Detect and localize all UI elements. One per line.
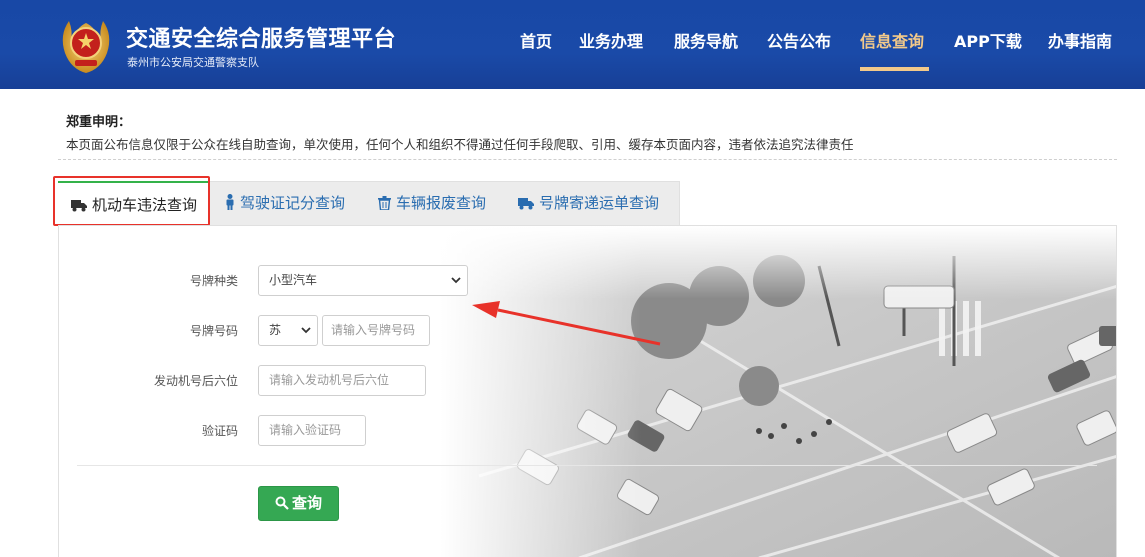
tab-plate-waybill[interactable]: 号牌寄递运单查询 (518, 181, 659, 225)
nav-app-download[interactable]: APP下载 (954, 28, 1022, 52)
province-value: 苏 (269, 323, 282, 337)
annotation-highlight-box (53, 176, 210, 226)
nav-business[interactable]: 业务办理 (579, 28, 643, 52)
tab-vehicle-scrap[interactable]: 车辆报废查询 (378, 181, 486, 225)
notice-title: 郑重申明： (66, 115, 132, 130)
nav-active-indicator (860, 67, 929, 71)
site-header: 交通安全综合服务管理平台 泰州市公安局交通警察支队 首页 业务办理 服务导航 公… (0, 0, 1145, 89)
plate-type-label: 号牌种类 (189, 274, 238, 288)
nav-info-query[interactable]: 信息查询 (860, 28, 924, 52)
truck-icon (518, 198, 534, 210)
site-subtitle: 泰州市公安局交通警察支队 (127, 56, 259, 69)
tab-label: 号牌寄递运单查询 (539, 194, 660, 212)
nav-service-guide[interactable]: 服务导航 (674, 28, 738, 52)
engine-number-label: 发动机号后六位 (153, 374, 238, 388)
engine-number-input[interactable]: 请输入发动机号后六位 (258, 365, 426, 396)
chevron-down-icon (301, 327, 311, 334)
province-select[interactable]: 苏 (258, 315, 318, 346)
query-button[interactable]: 查询 (258, 486, 339, 521)
plate-type-select[interactable]: 小型汽车 (258, 265, 468, 296)
plate-number-label: 号牌号码 (189, 324, 238, 338)
tab-license-points[interactable]: 驾驶证记分查询 (225, 181, 345, 225)
tab-label: 车辆报废查询 (396, 194, 487, 212)
police-emblem-icon (62, 21, 110, 73)
captcha-input[interactable]: 请输入验证码 (258, 415, 366, 446)
tab-label: 驾驶证记分查询 (240, 194, 346, 212)
captcha-label: 验证码 (201, 424, 238, 438)
chevron-down-icon (451, 277, 461, 284)
nav-home[interactable]: 首页 (520, 28, 552, 52)
site-title: 交通安全综合服务管理平台 (126, 27, 397, 52)
trash-icon (378, 196, 391, 210)
plate-type-value: 小型汽车 (269, 273, 318, 287)
search-icon (275, 496, 289, 510)
annotation-arrow-icon (472, 301, 661, 346)
person-icon (226, 194, 234, 210)
nav-announcements[interactable]: 公告公布 (767, 28, 831, 52)
notice-text: 本页面公布信息仅限于公众在线自助查询，单次使用，任何个人和组织不得通过任何手段爬… (66, 137, 854, 152)
form-divider (77, 465, 1097, 466)
plate-number-input[interactable]: 请输入号牌号码 (322, 315, 430, 346)
notice-divider (58, 159, 1117, 160)
query-button-label: 查询 (291, 494, 322, 512)
nav-handling-guide[interactable]: 办事指南 (1048, 28, 1112, 52)
